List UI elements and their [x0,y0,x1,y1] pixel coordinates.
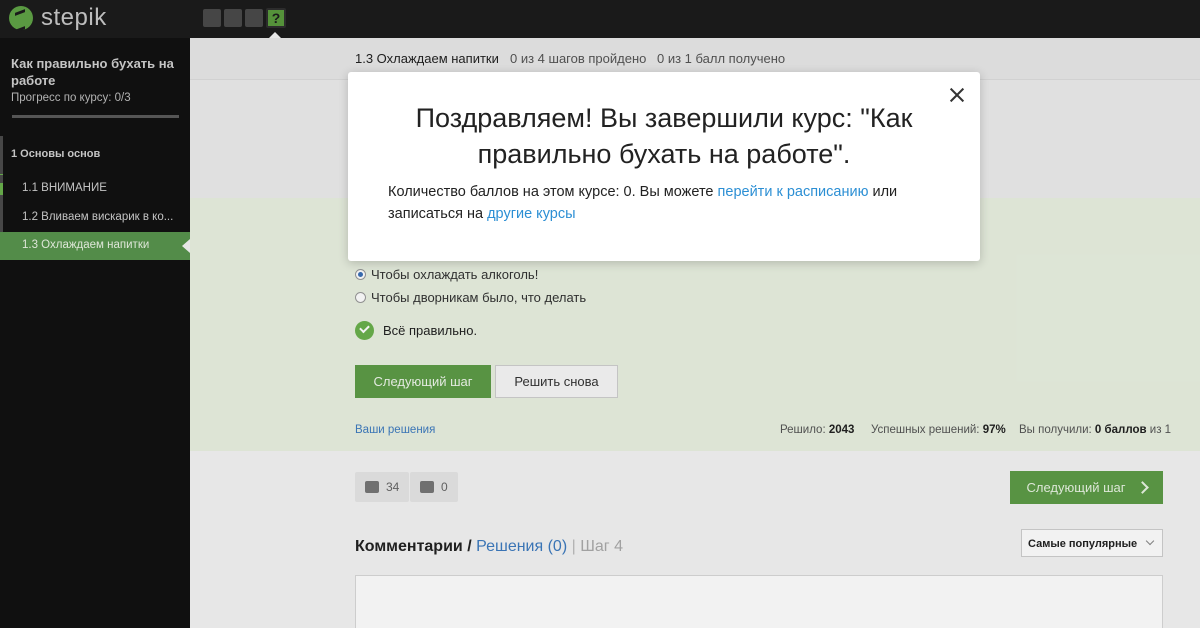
modal-body: Количество баллов на этом курсе: 0. Вы м… [388,181,948,225]
modal-body-prefix: Количество баллов на этом курсе: 0. Вы м… [388,184,718,200]
other-courses-link[interactable]: другие курсы [487,206,575,222]
modal-title: Поздравляем! Вы завершили курс: "Как пра… [415,103,913,169]
course-complete-modal: Поздравляем! Вы завершили курс: "Как пра… [348,72,980,261]
schedule-link[interactable]: перейти к расписанию [718,184,869,200]
close-icon[interactable] [948,86,966,104]
